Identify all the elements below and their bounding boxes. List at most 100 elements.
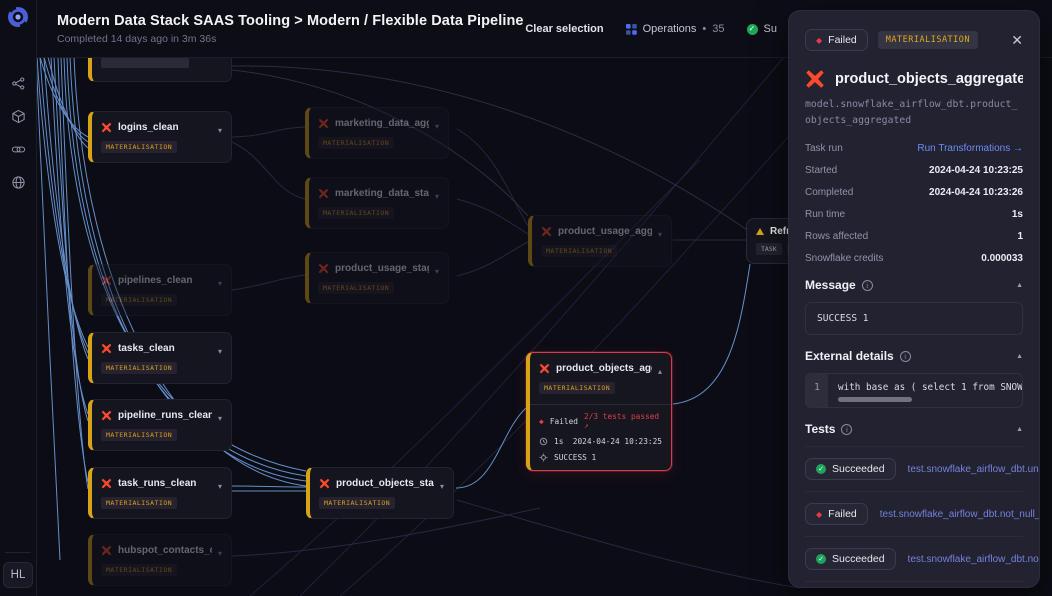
- chevron-down-icon[interactable]: ▾: [218, 482, 222, 491]
- succeeded-label: Su: [764, 23, 777, 35]
- pipeline-node[interactable]: product_usage_aggregated ▾ MATERIALISATI…: [528, 215, 672, 267]
- chevron-down-icon[interactable]: ▾: [435, 267, 439, 276]
- operations-grid-icon: [626, 24, 637, 35]
- pipeline-node[interactable]: logins_clean ▾ MATERIALISATION: [88, 111, 232, 163]
- materialisation-badge: MATERIALISATION: [101, 294, 177, 306]
- node-label: product_usage_aggregated: [558, 226, 652, 237]
- dbt-icon: [101, 275, 112, 286]
- field-value: 1: [1017, 231, 1023, 242]
- pipeline-node-selected[interactable]: product_objects_aggregated ▴ MATERIALISA…: [526, 352, 672, 471]
- chevron-down-icon[interactable]: ▾: [218, 549, 222, 558]
- link-icon[interactable]: [6, 137, 30, 161]
- node-status-row: ◆ Failed 2/3 tests passed ↗: [539, 412, 662, 430]
- collapse-icon[interactable]: ▲: [1016, 282, 1023, 289]
- chevron-up-icon[interactable]: ▴: [658, 367, 662, 376]
- divider: [805, 581, 1023, 582]
- info-icon[interactable]: i: [900, 351, 911, 362]
- dbt-icon: [101, 343, 112, 354]
- close-icon[interactable]: ✕: [1011, 33, 1023, 47]
- pipeline-node[interactable]: pipelines_clean ▾ MATERIALISATION: [88, 264, 232, 316]
- test-status-label: Failed: [828, 508, 857, 520]
- collapse-icon[interactable]: ▲: [1016, 353, 1023, 360]
- field-label: Started: [805, 165, 837, 176]
- materialisation-badge: MATERIALISATION: [318, 207, 394, 219]
- materialisation-badge: MATERIALISATION: [541, 245, 617, 257]
- dbt-icon: [101, 122, 112, 133]
- info-icon[interactable]: i: [862, 280, 873, 291]
- chevron-down-icon[interactable]: ▾: [435, 122, 439, 131]
- field-row: Completed 2024-04-24 10:23:26: [805, 187, 1023, 198]
- check-circle-icon: ✓: [747, 24, 758, 35]
- operations-chip[interactable]: Operations • 35: [626, 23, 725, 35]
- field-value: 0.000033: [981, 253, 1023, 264]
- test-link[interactable]: test.snowflake_airflow_dbt.not_null_pr: [908, 554, 1039, 565]
- node-label: pipelines_clean: [118, 275, 212, 286]
- field-value: 1s: [1012, 209, 1023, 220]
- globe-icon[interactable]: [6, 170, 30, 194]
- chevron-down-icon[interactable]: ▾: [435, 192, 439, 201]
- status-label: Failed: [828, 34, 857, 46]
- chevron-down-icon[interactable]: ▾: [218, 279, 222, 288]
- chevron-down-icon[interactable]: ▾: [218, 347, 222, 356]
- pipeline-node[interactable]: product_objects_staging ▾ MATERIALISATIO…: [306, 467, 454, 519]
- field-value: 2024-04-24 10:23:26: [929, 187, 1023, 198]
- materialisation-badge: MATERIALISATION: [101, 429, 177, 441]
- breadcrumb-title: Modern Data Stack SAAS Tooling > Modern …: [57, 13, 524, 29]
- field-label: Completed: [805, 187, 853, 198]
- chevron-down-icon[interactable]: ▾: [658, 230, 662, 239]
- status-badge: ◆ Failed: [805, 29, 868, 51]
- clock-icon: [539, 437, 548, 446]
- tests-summary-link[interactable]: 2/3 tests passed ↗: [584, 412, 662, 430]
- task-badge: TASK: [756, 243, 782, 255]
- test-link[interactable]: test.snowflake_airflow_dbt.unique_pro: [908, 464, 1039, 475]
- chevron-down-icon[interactable]: ▾: [440, 482, 444, 491]
- tests-list: ✓ Succeeded test.snowflake_airflow_dbt.u…: [805, 446, 1023, 581]
- test-status-badge: ✓ Succeeded: [805, 548, 896, 570]
- materialisation-badge: MATERIALISATION: [318, 282, 394, 294]
- user-avatar[interactable]: HL: [3, 562, 33, 588]
- cube-icon[interactable]: [6, 104, 30, 128]
- field-value: 2024-04-24 10:23:25: [929, 165, 1023, 176]
- sql-code-block: 1 with base as ( select 1 from SNOWFLAKE: [805, 373, 1023, 408]
- operations-count: 35: [712, 23, 724, 35]
- tests-section-header: Tests i ▲: [805, 422, 1023, 436]
- clear-selection-button[interactable]: Clear selection: [525, 23, 603, 35]
- node-label: pipeline_runs_clean: [118, 410, 212, 421]
- field-label: Rows affected: [805, 231, 868, 242]
- field-row: Rows affected 1: [805, 231, 1023, 242]
- pipeline-node[interactable]: hubspot_contacts_clean ▾ MATERIALISATION: [88, 534, 232, 586]
- lineage-icon[interactable]: [6, 71, 30, 95]
- materialisation-badge: MATERIALISATION: [101, 497, 177, 509]
- node-runtime-row: 1s 2024-04-24 10:23:25: [539, 437, 662, 446]
- node-label: marketing_data_aggregated: [335, 118, 429, 129]
- chevron-down-icon[interactable]: ▾: [218, 126, 222, 135]
- pipeline-node[interactable]: pipeline_runs_clean ▾ MATERIALISATION: [88, 399, 232, 451]
- dbt-icon: [101, 478, 112, 489]
- pipeline-node[interactable]: marketing_data_staging ▾ MATERIALISATION: [305, 177, 449, 229]
- chevron-down-icon[interactable]: ▾: [218, 414, 222, 423]
- check-circle-icon: ✓: [816, 554, 826, 564]
- test-link[interactable]: test.snowflake_airflow_dbt.not_null_pr: [880, 509, 1039, 520]
- succeeded-chip[interactable]: ✓ Su: [747, 23, 777, 35]
- field-row: Snowflake credits 0.000033: [805, 253, 1023, 264]
- test-row: ✓ Succeeded test.snowflake_airflow_dbt.u…: [805, 446, 1023, 491]
- pipeline-node[interactable]: product_usage_staging ▾ MATERIALISATION: [305, 252, 449, 304]
- node-label: task_runs_clean: [118, 478, 212, 489]
- pipeline-node[interactable]: tasks_clean ▾ MATERIALISATION: [88, 332, 232, 384]
- field-label: Snowflake credits: [805, 253, 883, 264]
- divider: [530, 404, 671, 405]
- field-value[interactable]: Run Transformations →: [917, 143, 1023, 154]
- node-label: logins_clean: [118, 122, 212, 133]
- sql-code-text: with base as ( select 1 from SNOWFLAKE: [838, 382, 1022, 393]
- info-icon[interactable]: i: [841, 424, 852, 435]
- dbt-icon: [318, 188, 329, 199]
- orchestra-logo[interactable]: [6, 5, 30, 29]
- node-runtime: 1s: [554, 437, 563, 446]
- collapse-icon[interactable]: ▲: [1016, 426, 1023, 433]
- materialisation-badge: MATERIALISATION: [318, 137, 394, 149]
- pipeline-node[interactable]: marketing_data_aggregated ▾ MATERIALISAT…: [305, 107, 449, 159]
- horizontal-scrollbar[interactable]: [838, 397, 912, 402]
- check-circle-icon: ✓: [816, 464, 826, 474]
- node-label: product_usage_staging: [335, 263, 429, 274]
- pipeline-node[interactable]: task_runs_clean ▾ MATERIALISATION: [88, 467, 232, 519]
